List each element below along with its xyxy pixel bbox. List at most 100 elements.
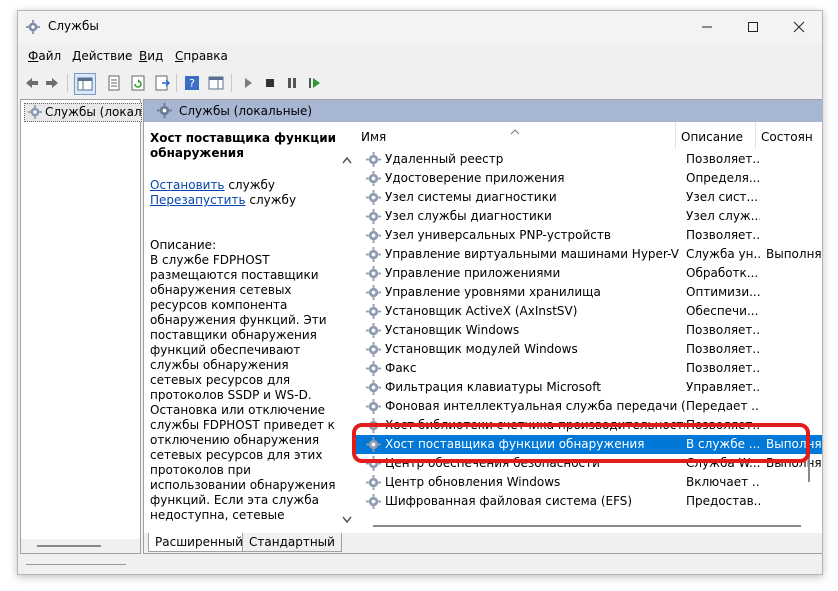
service-name: Управление виртуальными машинами Hyper-V bbox=[385, 247, 679, 261]
column-description[interactable]: Описание bbox=[675, 122, 756, 149]
service-name: Управление уровнями хранилища bbox=[385, 285, 601, 299]
service-description: Служба ун... bbox=[686, 247, 760, 261]
view-tabs: Расширенный Стандартный bbox=[144, 533, 822, 553]
table-row[interactable]: Факс Позволяет... bbox=[355, 359, 822, 378]
service-description: Позволяет... bbox=[686, 361, 760, 375]
service-gear-icon bbox=[366, 285, 381, 300]
back-button[interactable] bbox=[22, 73, 42, 93]
forward-button[interactable] bbox=[42, 73, 62, 93]
service-gear-icon bbox=[366, 380, 381, 395]
console-button[interactable] bbox=[206, 73, 226, 93]
service-gear-icon bbox=[366, 266, 381, 281]
service-gear-icon bbox=[366, 304, 381, 319]
service-gear-icon bbox=[366, 152, 381, 167]
service-description: Узел служ... bbox=[686, 209, 760, 223]
restart-service-link[interactable]: Перезапустить bbox=[150, 193, 246, 207]
close-button[interactable] bbox=[776, 11, 822, 43]
service-description: Определя... bbox=[686, 171, 760, 185]
table-row[interactable]: Узел системы диагностики Узел сист... bbox=[355, 188, 822, 207]
services-pane: Службы (локальные) Хост поставщика функц… bbox=[143, 99, 822, 554]
table-row[interactable]: Управление виртуальными машинами Hyper-V… bbox=[355, 245, 822, 264]
export-icon bbox=[155, 75, 170, 91]
table-row[interactable]: Узел универсальных PNP-устройств Позволяе… bbox=[355, 226, 822, 245]
selection-highlight-annotation bbox=[352, 423, 810, 463]
details-scrollbar[interactable] bbox=[340, 122, 354, 532]
service-name: Узел службы диагностики bbox=[385, 209, 552, 223]
status-bar bbox=[18, 556, 822, 574]
column-status[interactable]: Состоян bbox=[755, 122, 822, 149]
service-description: Обработк... bbox=[686, 266, 759, 280]
start-service-button[interactable] bbox=[238, 73, 258, 93]
services-window: Службы Файл Действие Вид Справка ? Служб… bbox=[17, 10, 823, 575]
table-row[interactable]: Управление уровнями хранилища Оптимизи... bbox=[355, 283, 822, 302]
tree-item-services-local[interactable]: Службы (локалы bbox=[24, 103, 142, 122]
menu-view[interactable]: Вид bbox=[139, 49, 163, 63]
column-name[interactable]: Имя bbox=[355, 122, 676, 149]
table-row[interactable]: Управление приложениями Обработк... bbox=[355, 264, 822, 283]
service-name: Фильтрация клавиатуры Microsoft bbox=[385, 380, 601, 394]
scroll-down-icon[interactable] bbox=[341, 514, 353, 526]
pane-header: Службы (локальные) bbox=[144, 100, 822, 122]
service-description: В службе FDPHOST размещаются поставщики … bbox=[150, 253, 336, 522]
list-horizontal-scrollbar[interactable] bbox=[355, 520, 822, 532]
service-name: Установщик ActiveX (AxInstSV) bbox=[385, 304, 578, 318]
table-row[interactable]: Установщик модулей Windows Позволяет... bbox=[355, 340, 822, 359]
menu-file[interactable]: Файл bbox=[28, 49, 61, 63]
show-tree-button[interactable] bbox=[74, 73, 96, 95]
service-gear-icon bbox=[366, 228, 381, 243]
table-row[interactable]: Удаленный реестр Позволяет... bbox=[355, 150, 822, 169]
service-gear-icon bbox=[366, 209, 381, 224]
restart-icon bbox=[309, 78, 320, 88]
service-description: Позволяет... bbox=[686, 342, 760, 356]
service-description: Узел сист... bbox=[686, 190, 758, 204]
console-icon bbox=[208, 76, 224, 90]
window-title: Службы bbox=[48, 19, 99, 33]
service-name: Фоновая интеллектуальная служба передачи… bbox=[385, 399, 685, 413]
menu-action[interactable]: Действие bbox=[72, 49, 132, 63]
tab-extended[interactable]: Расширенный bbox=[148, 533, 250, 552]
stop-icon bbox=[266, 79, 274, 87]
stop-service-link[interactable]: Остановить bbox=[150, 178, 225, 192]
table-row[interactable]: Фильтрация клавиатуры Microsoft Управляет… bbox=[355, 378, 822, 397]
properties-button[interactable] bbox=[104, 73, 124, 93]
table-row[interactable]: Шифрованная файловая система (EFS) Предос… bbox=[355, 492, 822, 511]
service-gear-icon bbox=[366, 361, 381, 376]
refresh-button[interactable] bbox=[128, 73, 148, 93]
pause-icon bbox=[288, 78, 296, 88]
service-gear-icon bbox=[366, 171, 381, 186]
stop-service-button[interactable] bbox=[260, 73, 280, 93]
minimize-button[interactable] bbox=[684, 11, 730, 43]
refresh-icon bbox=[131, 75, 145, 91]
service-name: Узел системы диагностики bbox=[385, 190, 557, 204]
menu-help[interactable]: Справка bbox=[175, 49, 228, 63]
service-gear-icon bbox=[366, 399, 381, 414]
table-row[interactable]: Фоновая интеллектуальная служба передачи… bbox=[355, 397, 822, 416]
properties-icon bbox=[108, 75, 120, 91]
service-gear-icon bbox=[366, 475, 381, 490]
service-name: Шифрованная файловая система (EFS) bbox=[385, 494, 633, 508]
table-row[interactable]: Установщик ActiveX (AxInstSV) Обеспечи... bbox=[355, 302, 822, 321]
tab-standard[interactable]: Стандартный bbox=[242, 533, 342, 552]
table-row[interactable]: Узел службы диагностики Узел служ... bbox=[355, 207, 822, 226]
services-gear-icon bbox=[28, 105, 42, 119]
forward-icon bbox=[46, 78, 58, 88]
service-gear-icon bbox=[366, 190, 381, 205]
service-name: Центр обновления Windows bbox=[385, 475, 561, 489]
start-icon bbox=[245, 78, 252, 88]
pause-service-button[interactable] bbox=[282, 73, 302, 93]
tree-horizontal-scrollbar[interactable] bbox=[21, 539, 140, 553]
description-label: Описание: bbox=[150, 238, 217, 252]
table-row[interactable]: Установщик Windows Позволяет... bbox=[355, 321, 822, 340]
show-tree-icon bbox=[77, 77, 93, 91]
minimize-icon bbox=[702, 26, 712, 28]
scroll-up-icon[interactable] bbox=[341, 154, 353, 166]
service-description: Позволяет... bbox=[686, 323, 760, 337]
help-button[interactable]: ? bbox=[182, 73, 202, 93]
table-row[interactable]: Удостоверение приложения Определя... bbox=[355, 169, 822, 188]
list-vertical-scroll-thumb[interactable] bbox=[808, 240, 812, 482]
export-button[interactable] bbox=[152, 73, 172, 93]
table-row[interactable]: Центр обновления Windows Включает ... bbox=[355, 473, 822, 492]
service-name: Узел универсальных PNP-устройств bbox=[385, 228, 611, 242]
maximize-button[interactable] bbox=[730, 11, 776, 43]
restart-service-button[interactable] bbox=[304, 73, 324, 93]
